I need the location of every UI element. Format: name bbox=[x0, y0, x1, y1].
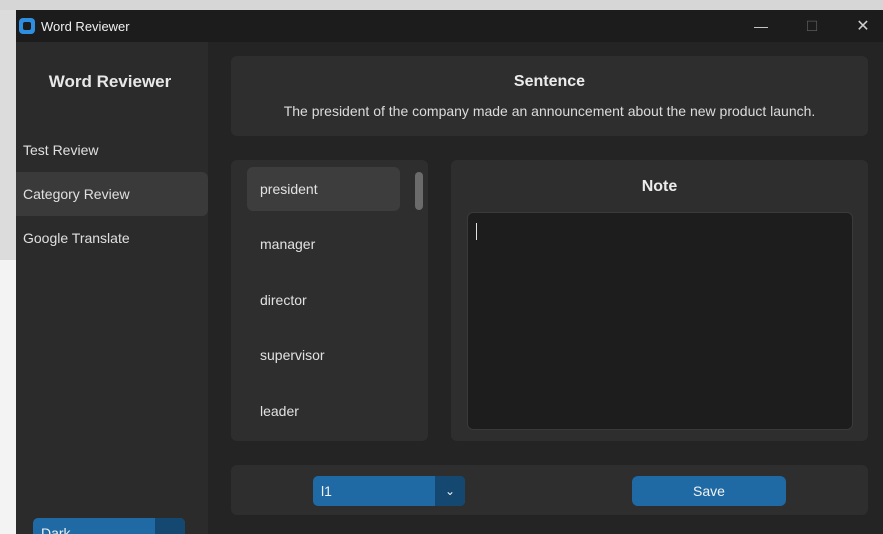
app-window: Word Reviewer — ☐ ✕ Word Reviewer Test R… bbox=[16, 10, 883, 534]
theme-dropdown[interactable]: Dark ⌄ bbox=[33, 518, 185, 534]
desktop-background-top bbox=[0, 0, 883, 10]
word-list-scrollbar[interactable] bbox=[415, 172, 423, 210]
word-item-director[interactable]: director bbox=[247, 278, 400, 322]
sidebar-item-google-translate[interactable]: Google Translate bbox=[16, 216, 208, 260]
minimize-button[interactable]: — bbox=[738, 10, 784, 42]
app-icon bbox=[19, 18, 35, 34]
close-button[interactable]: ✕ bbox=[840, 10, 883, 42]
sidebar: Word Reviewer Test Review Category Revie… bbox=[16, 42, 208, 534]
note-panel: Note bbox=[451, 160, 868, 441]
title-bar[interactable]: Word Reviewer — ☐ ✕ bbox=[16, 10, 883, 42]
save-button[interactable]: Save bbox=[632, 476, 786, 506]
sentence-text: The president of the company made an ann… bbox=[283, 103, 816, 119]
sentence-heading: Sentence bbox=[513, 73, 586, 90]
word-item-president[interactable]: president bbox=[247, 167, 400, 211]
theme-dropdown-value: Dark bbox=[41, 525, 71, 534]
sidebar-title: Word Reviewer bbox=[48, 72, 172, 91]
sidebar-item-test-review[interactable]: Test Review bbox=[16, 128, 208, 172]
note-heading: Note bbox=[641, 178, 678, 195]
chevron-down-icon[interactable]: ⌄ bbox=[435, 476, 465, 506]
word-item-supervisor[interactable]: supervisor bbox=[247, 333, 400, 377]
word-item-leader[interactable]: leader bbox=[247, 389, 400, 433]
chevron-down-icon[interactable]: ⌄ bbox=[155, 518, 185, 534]
window-title: Word Reviewer bbox=[41, 19, 130, 34]
note-textarea[interactable] bbox=[467, 212, 853, 430]
sentence-panel: Sentence The president of the company ma… bbox=[231, 56, 868, 136]
maximize-button[interactable]: ☐ bbox=[789, 10, 835, 42]
desktop-background-left bbox=[0, 260, 16, 534]
level-dropdown-value: l1 bbox=[321, 483, 332, 499]
level-dropdown[interactable]: l1 ⌄ bbox=[313, 476, 465, 506]
word-list: president manager director supervisor le… bbox=[231, 160, 428, 441]
sidebar-item-category-review[interactable]: Category Review bbox=[16, 172, 208, 216]
word-item-manager[interactable]: manager bbox=[247, 222, 400, 266]
text-caret bbox=[476, 223, 477, 240]
